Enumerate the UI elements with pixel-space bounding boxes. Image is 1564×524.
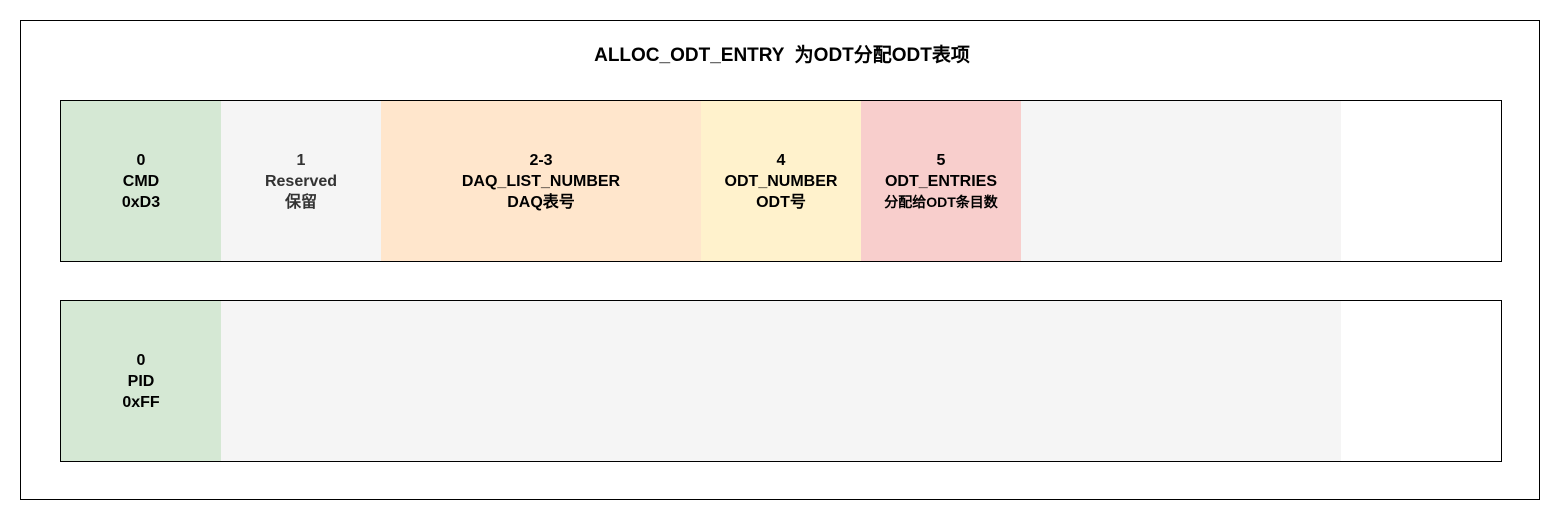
odt-number-field: 4 ODT_NUMBER ODT号 xyxy=(701,101,861,261)
field-description: 保留 xyxy=(284,193,317,211)
byte-index: 4 xyxy=(776,151,786,169)
byte-index: 5 xyxy=(936,151,946,169)
byte-index: 0 xyxy=(136,351,146,369)
field-value: 0xD3 xyxy=(121,193,161,211)
byte-index: 0 xyxy=(136,151,146,169)
reserved-field: 1 Reserved 保留 xyxy=(221,101,381,261)
empty-field xyxy=(1021,101,1341,261)
field-value: 0xFF xyxy=(122,393,160,411)
response-packet-row: 0 PID 0xFF xyxy=(60,300,1502,462)
field-name: DAQ_LIST_NUMBER xyxy=(461,172,621,190)
field-description: ODT号 xyxy=(756,193,806,211)
cmd-field: 0 CMD 0xD3 xyxy=(61,101,221,261)
field-description: 分配给ODT条目数 xyxy=(884,193,998,210)
command-packet-row: 0 CMD 0xD3 1 Reserved 保留 2-3 DAQ_LIST_NU… xyxy=(60,100,1502,262)
odt-entries-field: 5 ODT_ENTRIES 分配给ODT条目数 xyxy=(861,101,1021,261)
pid-field: 0 PID 0xFF xyxy=(61,301,221,461)
field-description: DAQ表号 xyxy=(507,193,575,211)
field-name: Reserved xyxy=(264,172,338,190)
diagram-title: ALLOC_ODT_ENTRY 为ODT分配ODT表项 xyxy=(594,45,970,66)
field-name: ODT_NUMBER xyxy=(724,172,838,190)
field-name: CMD xyxy=(122,172,160,190)
field-name: PID xyxy=(127,372,155,390)
byte-index: 2-3 xyxy=(529,151,553,169)
field-name: ODT_ENTRIES xyxy=(884,172,997,190)
byte-index: 1 xyxy=(296,151,306,169)
empty-field xyxy=(221,301,1341,461)
daq-list-number-field: 2-3 DAQ_LIST_NUMBER DAQ表号 xyxy=(381,101,701,261)
